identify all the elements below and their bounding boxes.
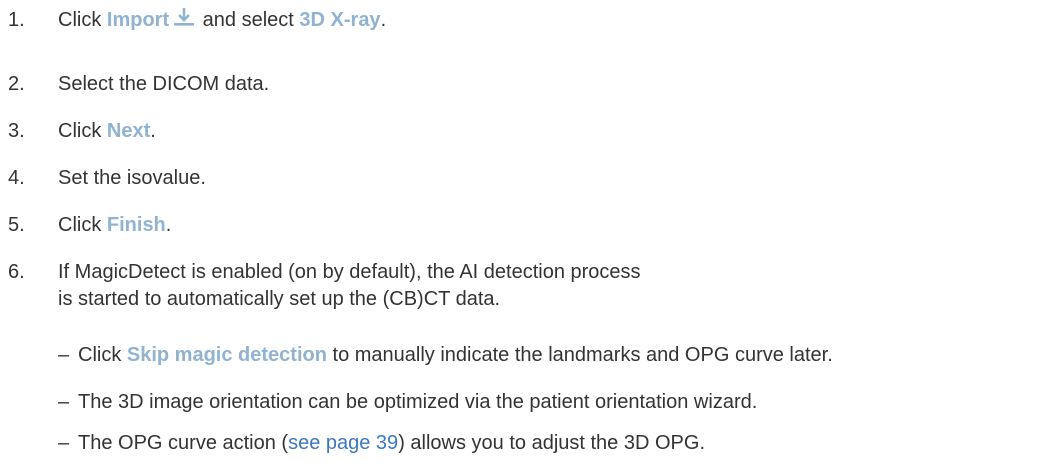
step-3: 3. Click Next. bbox=[8, 118, 156, 145]
next-button-reference: Next bbox=[106, 120, 151, 142]
skip-magic-detection-reference: Skip magic detection bbox=[126, 344, 327, 366]
step-text: Click bbox=[58, 214, 107, 236]
step-number: 5. bbox=[8, 214, 25, 236]
sub-bullet-skip-detection: – Click Skip magic detection to manually … bbox=[58, 342, 833, 369]
step-number: 2. bbox=[8, 73, 25, 95]
step-number: 1. bbox=[8, 9, 25, 31]
step-2: 2. Select the DICOM data. bbox=[8, 71, 269, 98]
sub-bullet-orientation: – The 3D image orientation can be optimiz… bbox=[58, 389, 757, 416]
3d-xray-reference: 3D X-ray bbox=[299, 9, 381, 31]
step-1: 1. Click Import and select 3D X-ray. bbox=[8, 7, 386, 35]
download-icon bbox=[173, 7, 195, 35]
sub-bullet-opg-curve: – The OPG curve action (see page 39) allo… bbox=[58, 430, 705, 457]
dash-marker: – bbox=[58, 344, 70, 366]
step-text: Set the isovalue. bbox=[58, 167, 206, 189]
import-button-reference: Import bbox=[106, 9, 170, 31]
step-number: 6. bbox=[8, 261, 25, 283]
step-6: 6. If MagicDetect is enabled (on by defa… bbox=[8, 259, 641, 313]
step-4: 4. Set the isovalue. bbox=[8, 165, 206, 192]
step-text: Click bbox=[58, 120, 107, 142]
step-text: and select bbox=[197, 9, 300, 31]
step-text: Click bbox=[58, 9, 107, 31]
finish-button-reference: Finish bbox=[106, 214, 166, 236]
dash-marker: – bbox=[58, 391, 70, 413]
step-number: 3. bbox=[8, 120, 25, 142]
step-number: 4. bbox=[8, 167, 25, 189]
page-link[interactable]: see page 39 bbox=[288, 432, 398, 454]
step-text-line-2: is started to automatically set up the (… bbox=[58, 288, 501, 310]
step-text: Select the DICOM data. bbox=[58, 73, 270, 95]
step-text-line-1: If MagicDetect is enabled (on by default… bbox=[58, 261, 641, 283]
step-5: 5. Click Finish. bbox=[8, 212, 171, 239]
dash-marker: – bbox=[58, 432, 70, 454]
